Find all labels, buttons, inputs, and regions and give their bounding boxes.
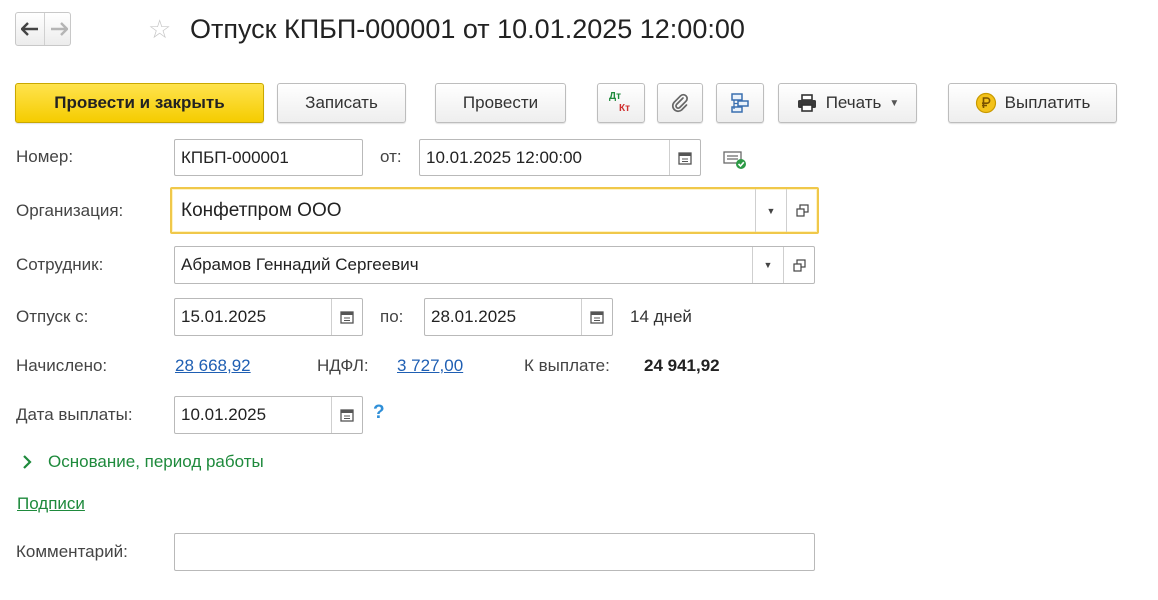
- chevron-right-icon: [23, 455, 32, 469]
- vacation-start-value: 15.01.2025: [181, 307, 267, 326]
- payment-date-input[interactable]: 10.01.2025: [174, 396, 363, 434]
- vacation-end-input[interactable]: 28.01.2025: [424, 298, 613, 336]
- basis-section-title[interactable]: Основание, период работы: [48, 452, 264, 472]
- basis-expand-toggle[interactable]: [20, 453, 34, 475]
- page-title: Отпуск КПБП-000001 от 10.01.2025 12:00:0…: [190, 14, 745, 44]
- vacation-start-input[interactable]: 15.01.2025: [174, 298, 363, 336]
- calendar-icon: [678, 151, 692, 165]
- organization-value: Конфетпром ООО: [181, 199, 342, 221]
- back-forward-group: [15, 12, 71, 46]
- back-button[interactable]: [16, 13, 44, 45]
- organization-open-button[interactable]: [786, 189, 817, 232]
- vacation-end-value: 28.01.2025: [431, 307, 517, 326]
- document-structure-icon: [731, 93, 749, 113]
- number-label: Номер:: [16, 147, 74, 166]
- calendar-icon: [340, 311, 354, 324]
- calendar-button[interactable]: [331, 299, 362, 335]
- dt-kt-icon: Дт Кт: [607, 90, 635, 116]
- open-window-icon: [795, 204, 809, 217]
- to-pay-label: К выплате:: [524, 356, 610, 375]
- signatures-link[interactable]: Подписи: [17, 494, 85, 514]
- employee-label: Сотрудник:: [16, 255, 104, 274]
- ndfl-amount-link[interactable]: 3 727,00: [397, 356, 463, 376]
- to-pay-amount: 24 941,92: [644, 356, 720, 375]
- accrued-amount-link[interactable]: 28 668,92: [175, 356, 251, 376]
- printer-icon: [797, 94, 816, 112]
- accrued-label: Начислено:: [16, 356, 108, 375]
- chevron-down-icon: ▼: [889, 97, 900, 109]
- help-icon[interactable]: ?: [373, 402, 385, 424]
- paperclip-icon: [671, 93, 688, 113]
- employee-open-button[interactable]: [783, 247, 814, 283]
- document-check-icon[interactable]: [723, 148, 749, 174]
- document-date-value: 10.01.2025 12:00:00: [426, 147, 582, 167]
- chevron-down-icon: ▼: [763, 260, 773, 270]
- print-button[interactable]: Печать ▼: [778, 83, 917, 123]
- comment-label: Комментарий:: [16, 542, 128, 561]
- employee-dropdown-button[interactable]: ▼: [752, 247, 783, 283]
- vacation-from-label: Отпуск с:: [16, 307, 89, 326]
- employee-value: Абрамов Геннадий Сергеевич: [181, 255, 419, 274]
- forward-button[interactable]: [44, 13, 73, 45]
- structure-button[interactable]: [716, 83, 764, 123]
- document-date-input[interactable]: 10.01.2025 12:00:00: [419, 139, 701, 176]
- number-input[interactable]: КПБП-000001: [174, 139, 363, 176]
- post-button[interactable]: Провести: [435, 83, 566, 123]
- dt-label: Дт: [609, 91, 622, 102]
- vacation-to-label: по:: [380, 307, 404, 326]
- calendar-button[interactable]: [331, 397, 362, 433]
- open-window-icon: [792, 258, 806, 272]
- kt-label: Кт: [619, 103, 631, 114]
- dt-kt-button[interactable]: Дт Кт: [597, 83, 645, 123]
- date-from-label: от:: [380, 147, 402, 166]
- organization-label: Организация:: [16, 201, 124, 220]
- calendar-icon: [590, 311, 604, 324]
- save-button[interactable]: Записать: [277, 83, 406, 123]
- calendar-button[interactable]: [669, 140, 700, 175]
- post-and-close-button[interactable]: Провести и закрыть: [15, 83, 264, 123]
- ruble-coin-icon: [975, 92, 996, 114]
- arrow-left-icon: [21, 22, 38, 36]
- pay-label: Выплатить: [1004, 93, 1091, 112]
- calendar-button[interactable]: [581, 299, 612, 335]
- pay-button[interactable]: Выплатить: [948, 83, 1117, 123]
- payment-date-label: Дата выплаты:: [16, 405, 133, 424]
- chevron-down-icon: ▼: [766, 205, 776, 216]
- vacation-days-text: 14 дней: [630, 307, 692, 326]
- attach-button[interactable]: [657, 83, 703, 123]
- organization-dropdown-button[interactable]: ▼: [755, 189, 786, 232]
- print-label: Печать: [825, 93, 882, 112]
- employee-input[interactable]: Абрамов Геннадий Сергеевич ▼: [174, 246, 815, 284]
- arrow-right-icon: [51, 22, 68, 36]
- calendar-icon: [340, 409, 354, 422]
- number-value: КПБП-000001: [181, 147, 289, 167]
- organization-input[interactable]: Конфетпром ООО ▼: [170, 187, 819, 234]
- payment-date-value: 10.01.2025: [181, 405, 267, 424]
- favorite-star-icon[interactable]: ☆: [148, 14, 171, 45]
- comment-input[interactable]: [174, 533, 815, 571]
- ndfl-label: НДФЛ:: [317, 356, 369, 375]
